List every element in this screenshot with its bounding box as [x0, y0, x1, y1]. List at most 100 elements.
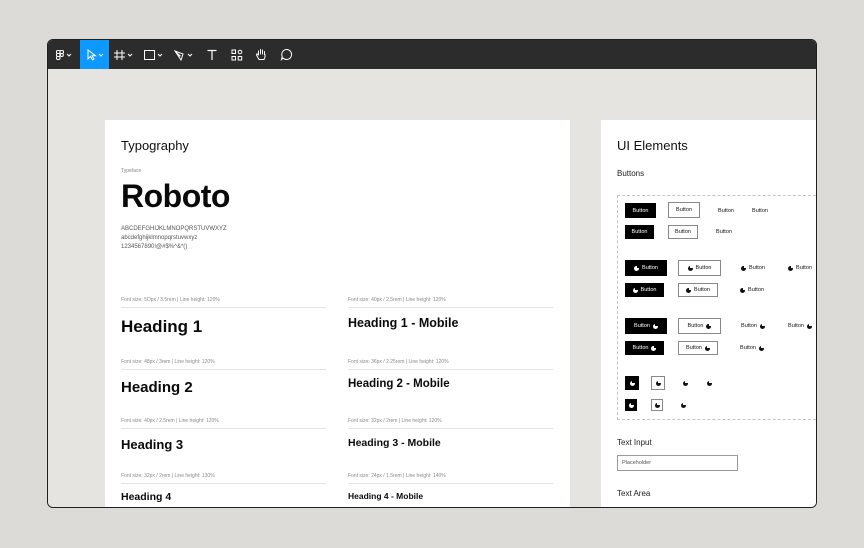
icon-button-link[interactable] [702, 376, 716, 390]
icon-placeholder-icon [758, 345, 764, 351]
button-secondary-icon-left[interactable]: Button [678, 260, 721, 276]
shape-tool-button[interactable] [139, 40, 169, 69]
button-label: Button [788, 323, 804, 329]
heading-3-spec[interactable]: Font size: 40px / 2.5rem | Line height: … [121, 418, 326, 452]
pen-tool-button[interactable] [169, 40, 199, 69]
button-secondary-icon-left-small[interactable]: Button [678, 283, 718, 297]
icon-button-secondary-small[interactable] [651, 399, 663, 411]
heading-3-mobile-sample: Heading 3 - Mobile [348, 437, 441, 449]
heading-3-mobile-spec[interactable]: Font size: 32px / 2rem | Line height: 12… [348, 418, 553, 449]
button-label: Button [694, 287, 710, 293]
resources-button[interactable] [224, 40, 249, 69]
button-label: Button [632, 345, 649, 351]
button-secondary-icon-right-small[interactable]: Button [678, 341, 718, 355]
heading-2-meta: Font size: 48px / 3rem | Line height: 12… [121, 359, 215, 365]
text-input-field[interactable]: Placeholder [617, 455, 738, 471]
heading-1-spec[interactable]: Font size: 5Opx / 3.5rem | Line height: … [121, 297, 326, 337]
heading-4-meta: Font size: 32px / 2rem | Line height: 13… [121, 473, 215, 479]
heading-4-mobile-meta: Font size: 24px / 1.5rem | Line height: … [348, 473, 446, 479]
button-primary-icon-left[interactable]: Button [625, 260, 667, 276]
heading-4-mobile-spec[interactable]: Font size: 24px / 1.5rem | Line height: … [348, 473, 553, 501]
button-primary-icon-right-small[interactable]: Button [625, 341, 664, 355]
heading-1-mobile-sample: Heading 1 - Mobile [348, 316, 459, 330]
text-tool-button[interactable] [199, 40, 224, 69]
figma-logo-icon [56, 49, 72, 60]
button-secondary-icon-right[interactable]: Button [678, 318, 721, 334]
button-primary-small[interactable]: Button [625, 225, 654, 239]
resources-icon [231, 49, 242, 60]
comment-icon [280, 48, 293, 61]
button-label: Button [687, 323, 704, 329]
icon-button-tertiary[interactable] [678, 376, 692, 390]
divider [121, 428, 326, 429]
button-tertiary-icon-right[interactable]: Button [737, 318, 769, 334]
button-label: Button [675, 229, 691, 235]
icon-placeholder-icon [806, 323, 812, 329]
icon-button-secondary[interactable] [651, 376, 665, 390]
heading-1-sample: Heading 1 [121, 317, 203, 336]
button-label: Button [748, 287, 764, 293]
button-link-icon-left[interactable]: Button [784, 260, 816, 276]
buttons-label: Buttons [617, 169, 645, 178]
cursor-icon [87, 48, 103, 61]
typeface-name: Roboto [121, 178, 230, 214]
frame-icon [114, 49, 133, 60]
icon-placeholder-icon [706, 380, 712, 386]
button-link-icon-right[interactable]: Button [784, 318, 816, 334]
button-tertiary-icon-left[interactable]: Button [737, 260, 769, 276]
icon-placeholder-icon [680, 402, 686, 408]
icon-placeholder-icon [704, 345, 710, 351]
icon-placeholder-icon [652, 323, 658, 329]
heading-3-sample: Heading 3 [121, 437, 184, 452]
heading-1-mobile-spec[interactable]: Font size: 40px / 2.5rem | Line height: … [348, 297, 553, 330]
button-link[interactable]: Button [748, 203, 772, 218]
button-tertiary[interactable]: Button [714, 203, 738, 218]
heading-2-mobile-sample: Heading 2 - Mobile [348, 378, 450, 390]
text-area-label: Text Area [617, 489, 651, 498]
heading-3-mobile-meta: Font size: 32px / 2rem | Line height: 12… [348, 418, 442, 424]
button-label: Button [631, 229, 648, 235]
ui-elements-title: UI Elements [617, 138, 688, 153]
icon-placeholder-icon [634, 265, 640, 271]
move-tool-button[interactable] [80, 40, 109, 69]
button-primary[interactable]: Button [625, 203, 656, 218]
heading-4-mobile-sample: Heading 4 - Mobile [348, 491, 424, 501]
heading-3-meta: Font size: 40px / 2.5rem | Line height: … [121, 418, 219, 424]
button-primary-icon-left-small[interactable]: Button [625, 283, 664, 297]
button-tertiary-icon-left-small[interactable]: Button [737, 283, 767, 297]
icon-placeholder-icon [628, 402, 634, 408]
hand-icon [255, 49, 266, 60]
hand-tool-button[interactable] [249, 40, 274, 69]
button-label: Button [716, 229, 732, 235]
heading-1-mobile-meta: Font size: 40px / 2.5rem | Line height: … [348, 297, 446, 303]
main-menu-button[interactable] [48, 40, 80, 69]
ui-elements-frame[interactable]: UI Elements Buttons Button Button Button… [601, 120, 816, 507]
button-label: Button [740, 345, 756, 351]
typography-frame[interactable]: Typography Typeface Roboto ABCDEFGHIJKLM… [105, 120, 570, 507]
button-secondary-small[interactable]: Button [668, 225, 698, 239]
heading-1-meta: Font size: 5Opx / 3.5rem | Line height: … [121, 297, 220, 303]
icon-button-tertiary-small[interactable] [677, 399, 689, 411]
button-tertiary-icon-right-small[interactable]: Button [737, 341, 767, 355]
button-primary-icon-right[interactable]: Button [625, 318, 667, 334]
button-tertiary-small[interactable]: Button [712, 225, 736, 239]
icon-button-primary-small[interactable] [625, 399, 637, 411]
frame-tool-button[interactable] [109, 40, 139, 69]
heading-4-spec[interactable]: Font size: 32px / 2rem | Line height: 13… [121, 473, 326, 503]
icon-placeholder-icon [759, 323, 765, 329]
icon-placeholder-icon [682, 380, 688, 386]
button-label: Button [640, 287, 657, 293]
button-secondary[interactable]: Button [668, 202, 700, 218]
design-canvas[interactable]: Typography Typeface Roboto ABCDEFGHIJKLM… [48, 69, 816, 507]
typeface-label: Typeface [121, 168, 142, 174]
input-placeholder: Placeholder [622, 460, 652, 466]
heading-2-mobile-spec[interactable]: Font size: 36px / 2.25rem | Line height:… [348, 359, 553, 390]
icon-button-primary[interactable] [625, 376, 639, 390]
heading-2-spec[interactable]: Font size: 48px / 3rem | Line height: 12… [121, 359, 326, 396]
pen-icon [173, 49, 193, 61]
icon-placeholder-icon [741, 265, 747, 271]
heading-4-sample: Heading 4 [121, 491, 172, 503]
toolbar [48, 40, 816, 69]
button-label: Button [741, 323, 757, 329]
comment-tool-button[interactable] [274, 40, 299, 69]
